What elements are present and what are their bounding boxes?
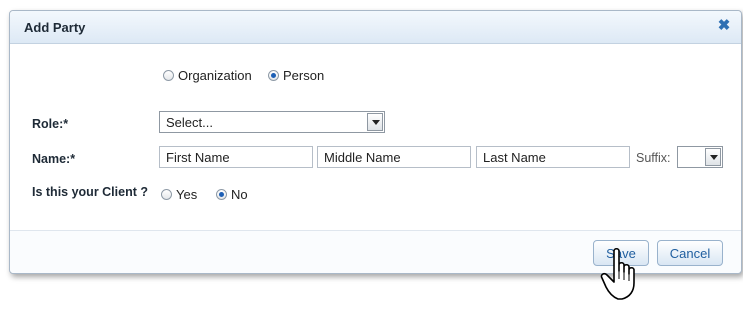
name-label: Name:*	[32, 152, 76, 166]
client-yes-label: Yes	[176, 187, 198, 202]
pointer-hand-icon	[600, 247, 635, 300]
chevron-down-icon[interactable]	[705, 148, 721, 166]
client-no-option[interactable]: No	[216, 187, 248, 202]
client-no-label: No	[231, 187, 248, 202]
role-label: Role:*	[32, 117, 69, 131]
client-yes-radio[interactable]	[161, 189, 172, 200]
organization-option[interactable]: Organization	[163, 68, 252, 83]
middle-name-input[interactable]	[317, 146, 471, 168]
suffix-select[interactable]	[677, 146, 723, 168]
person-label: Person	[283, 68, 325, 83]
chevron-down-icon[interactable]	[367, 113, 383, 131]
client-no-radio[interactable]	[216, 189, 227, 200]
client-question-label: Is this your Client ?	[32, 185, 148, 199]
organization-radio[interactable]	[163, 70, 174, 81]
role-select-value: Select...	[166, 115, 213, 130]
person-option[interactable]: Person	[268, 68, 324, 83]
last-name-input[interactable]	[476, 146, 630, 168]
cancel-button[interactable]: Cancel	[657, 240, 723, 266]
dialog-title: Add Party	[24, 20, 86, 35]
add-party-dialog: Add Party ✖ Organization Person Role:* S…	[9, 10, 742, 274]
client-yes-option[interactable]: Yes	[161, 187, 197, 202]
suffix-label: Suffix:	[636, 151, 671, 165]
role-select[interactable]: Select...	[159, 111, 385, 133]
organization-label: Organization	[178, 68, 252, 83]
dialog-title-bar: Add Party ✖	[10, 11, 741, 44]
person-radio[interactable]	[268, 70, 279, 81]
first-name-input[interactable]	[159, 146, 313, 168]
close-icon[interactable]: ✖	[716, 18, 732, 34]
